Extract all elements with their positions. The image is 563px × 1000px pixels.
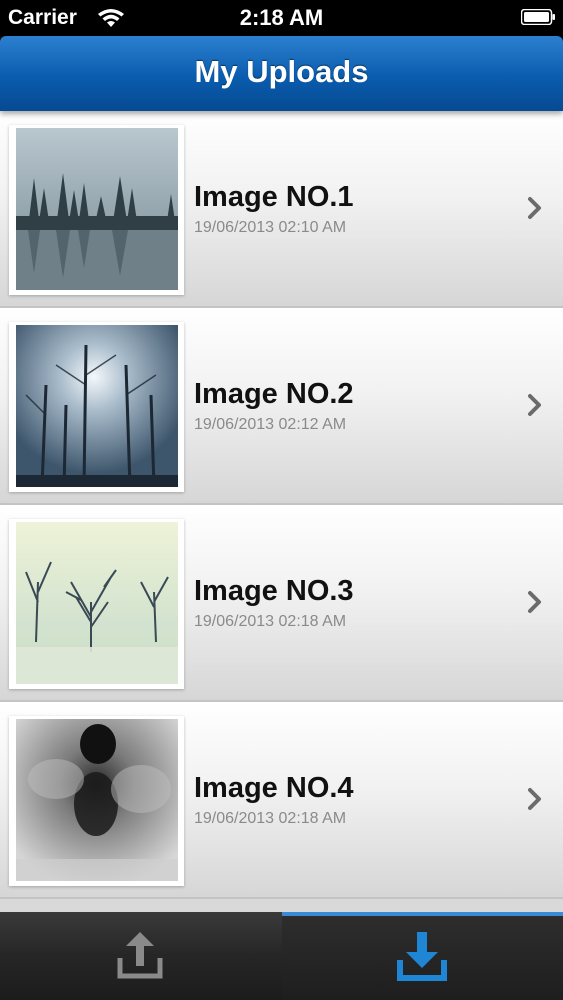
download-icon <box>397 932 447 981</box>
battery-icon <box>521 9 555 25</box>
upload-icon <box>117 932 163 979</box>
image-thumbnail <box>9 125 184 295</box>
chevron-right-icon <box>528 591 541 613</box>
upload-date: 19/06/2013 02:12 AM <box>194 416 347 433</box>
upload-row[interactable]: Image NO.2 19/06/2013 02:12 AM <box>0 308 563 505</box>
tab-download[interactable] <box>282 912 563 1000</box>
image-title: Image NO.3 <box>194 575 354 607</box>
sunrays-through-trees-image <box>16 325 178 487</box>
image-thumbnail <box>9 519 184 689</box>
image-thumbnail <box>9 322 184 492</box>
upload-date: 19/06/2013 02:18 AM <box>194 613 347 630</box>
page-title: My Uploads <box>194 54 369 89</box>
clock: 2:18 AM <box>239 5 324 30</box>
foggy-bare-trees-image <box>16 522 178 684</box>
chevron-right-icon <box>528 197 541 219</box>
tab-bar <box>0 912 563 1000</box>
navigation-bar: My Uploads <box>0 36 563 111</box>
upload-row[interactable]: Image NO.1 19/06/2013 02:10 AM <box>0 111 563 308</box>
image-title: Image NO.2 <box>194 378 354 410</box>
upload-date: 19/06/2013 02:18 AM <box>194 810 347 827</box>
the-fog-poster-image <box>16 719 178 881</box>
upload-row[interactable]: Image NO.3 19/06/2013 02:18 AM <box>0 505 563 702</box>
upload-date: 19/06/2013 02:10 AM <box>194 219 347 236</box>
misty-lake-forest-image <box>16 128 178 290</box>
image-thumbnail <box>9 716 184 886</box>
chevron-right-icon <box>528 788 541 810</box>
image-title: Image NO.4 <box>194 772 354 804</box>
tab-upload[interactable] <box>0 912 281 1000</box>
uploads-list: Image NO.1 19/06/2013 02:10 AM Image NO.… <box>0 111 563 912</box>
status-bar: Carrier 2:18 AM <box>0 0 563 36</box>
image-title: Image NO.1 <box>194 181 354 213</box>
upload-row[interactable]: Image NO.4 19/06/2013 02:18 AM <box>0 702 563 899</box>
chevron-right-icon <box>528 394 541 416</box>
